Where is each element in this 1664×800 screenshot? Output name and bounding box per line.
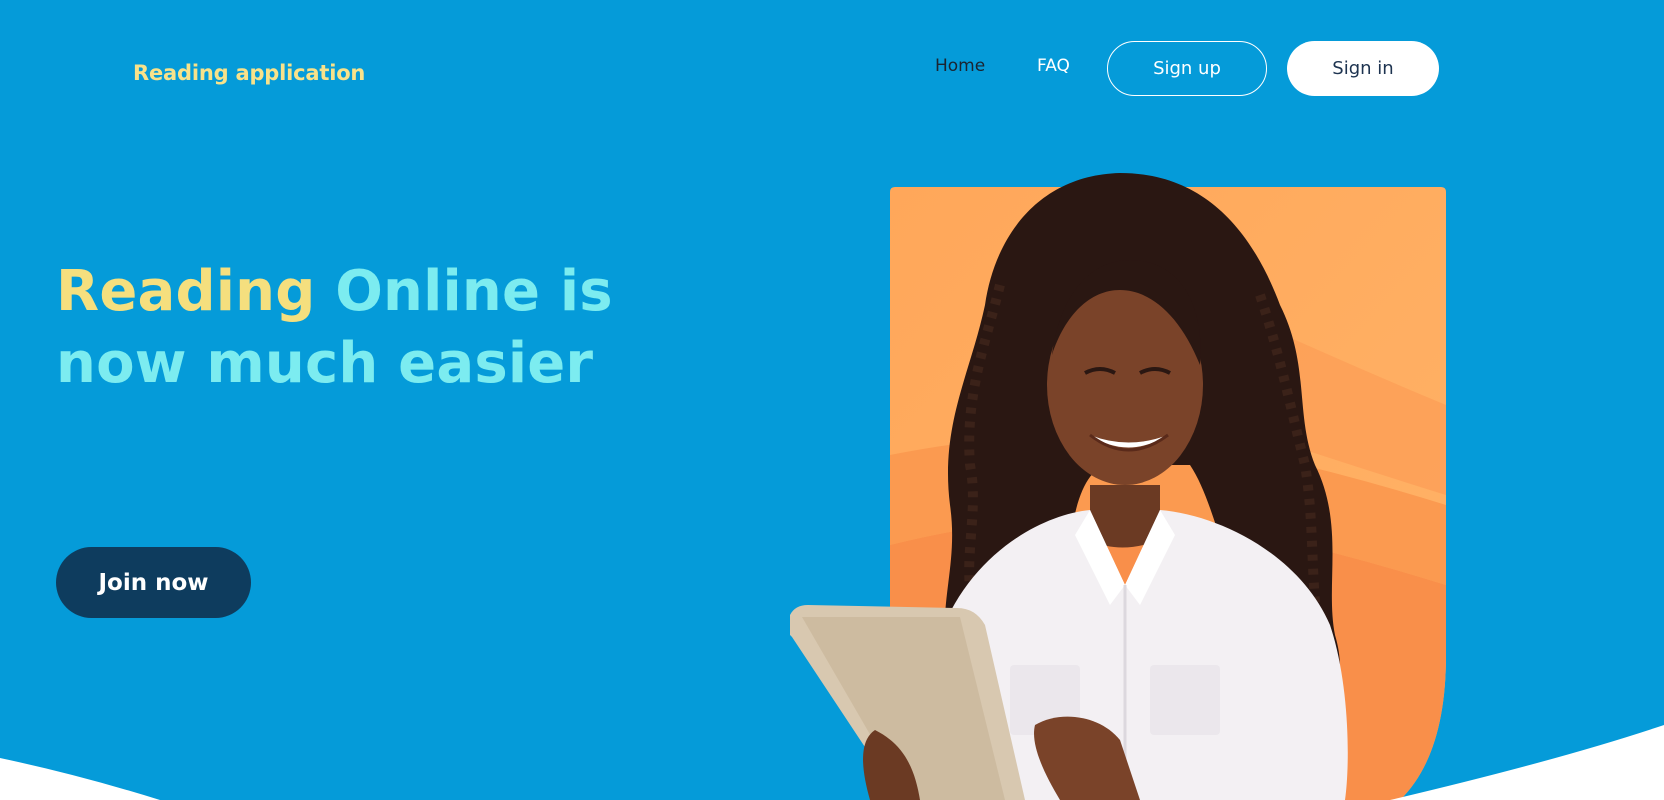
hero-title-highlight: Reading bbox=[56, 259, 316, 324]
sign-in-button[interactable]: Sign in bbox=[1287, 41, 1439, 96]
nav-faq-link[interactable]: FAQ bbox=[1037, 56, 1070, 76]
nav-home-link[interactable]: Home bbox=[935, 56, 985, 76]
landing-page: Reading application Home FAQ Sign up Sig… bbox=[0, 0, 1664, 800]
brand-logo[interactable]: Reading application bbox=[133, 61, 365, 85]
hero-title: Reading Online is now much easier bbox=[56, 256, 613, 400]
hero-title-line1-rest: Online is bbox=[315, 259, 613, 324]
hero-title-line2: now much easier bbox=[56, 331, 594, 396]
bottom-wave-divider bbox=[0, 725, 1664, 800]
join-now-button[interactable]: Join now bbox=[56, 547, 251, 618]
sign-up-button[interactable]: Sign up bbox=[1107, 41, 1267, 96]
